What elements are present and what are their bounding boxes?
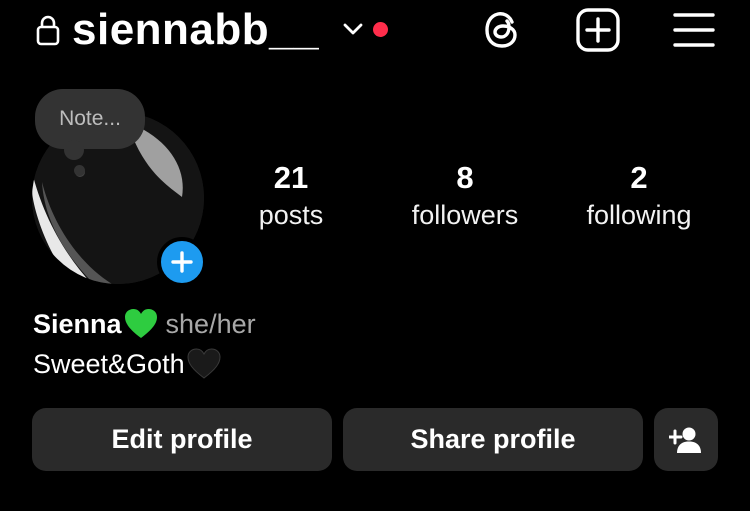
profile-header: siennabb__ bbox=[0, 0, 750, 64]
threads-icon bbox=[485, 12, 517, 48]
lock-icon bbox=[36, 15, 60, 46]
profile-name-row: Sienna she/her bbox=[33, 306, 256, 342]
chevron-down-icon[interactable] bbox=[340, 16, 366, 42]
new-post-icon bbox=[576, 8, 620, 52]
green-heart-icon bbox=[124, 309, 157, 338]
posts-stat[interactable]: 21 posts bbox=[211, 158, 371, 232]
pronouns: she/her bbox=[165, 309, 256, 339]
followers-count: 8 bbox=[456, 160, 474, 195]
note-bubble-tail-small bbox=[74, 165, 85, 176]
add-story-button[interactable] bbox=[157, 237, 207, 287]
posts-count: 21 bbox=[273, 160, 309, 195]
username[interactable]: siennabb__ bbox=[72, 4, 319, 56]
discover-people-button[interactable] bbox=[654, 408, 718, 471]
edit-profile-button[interactable]: Edit profile bbox=[32, 408, 332, 471]
bio-text: Sweet&Goth bbox=[33, 349, 185, 379]
notification-dot bbox=[373, 22, 388, 37]
add-person-icon bbox=[669, 427, 701, 453]
following-stat[interactable]: 2 following bbox=[559, 158, 719, 232]
menu-icon bbox=[673, 13, 715, 47]
posts-label: posts bbox=[258, 200, 324, 230]
threads-button[interactable] bbox=[478, 6, 526, 54]
note-bubble[interactable]: Note... bbox=[35, 89, 145, 149]
note-bubble-tail bbox=[64, 140, 84, 160]
share-profile-button[interactable]: Share profile bbox=[343, 408, 643, 471]
new-post-button[interactable] bbox=[574, 6, 622, 54]
following-label: following bbox=[586, 200, 692, 230]
black-heart-icon bbox=[187, 348, 221, 379]
display-name: Sienna bbox=[33, 309, 122, 339]
followers-label: followers bbox=[411, 200, 519, 230]
followers-stat[interactable]: 8 followers bbox=[385, 158, 545, 232]
bio-text-row: Sweet&Goth bbox=[33, 346, 221, 382]
following-count: 2 bbox=[630, 160, 648, 195]
menu-button[interactable] bbox=[670, 6, 718, 54]
plus-icon bbox=[171, 251, 193, 273]
